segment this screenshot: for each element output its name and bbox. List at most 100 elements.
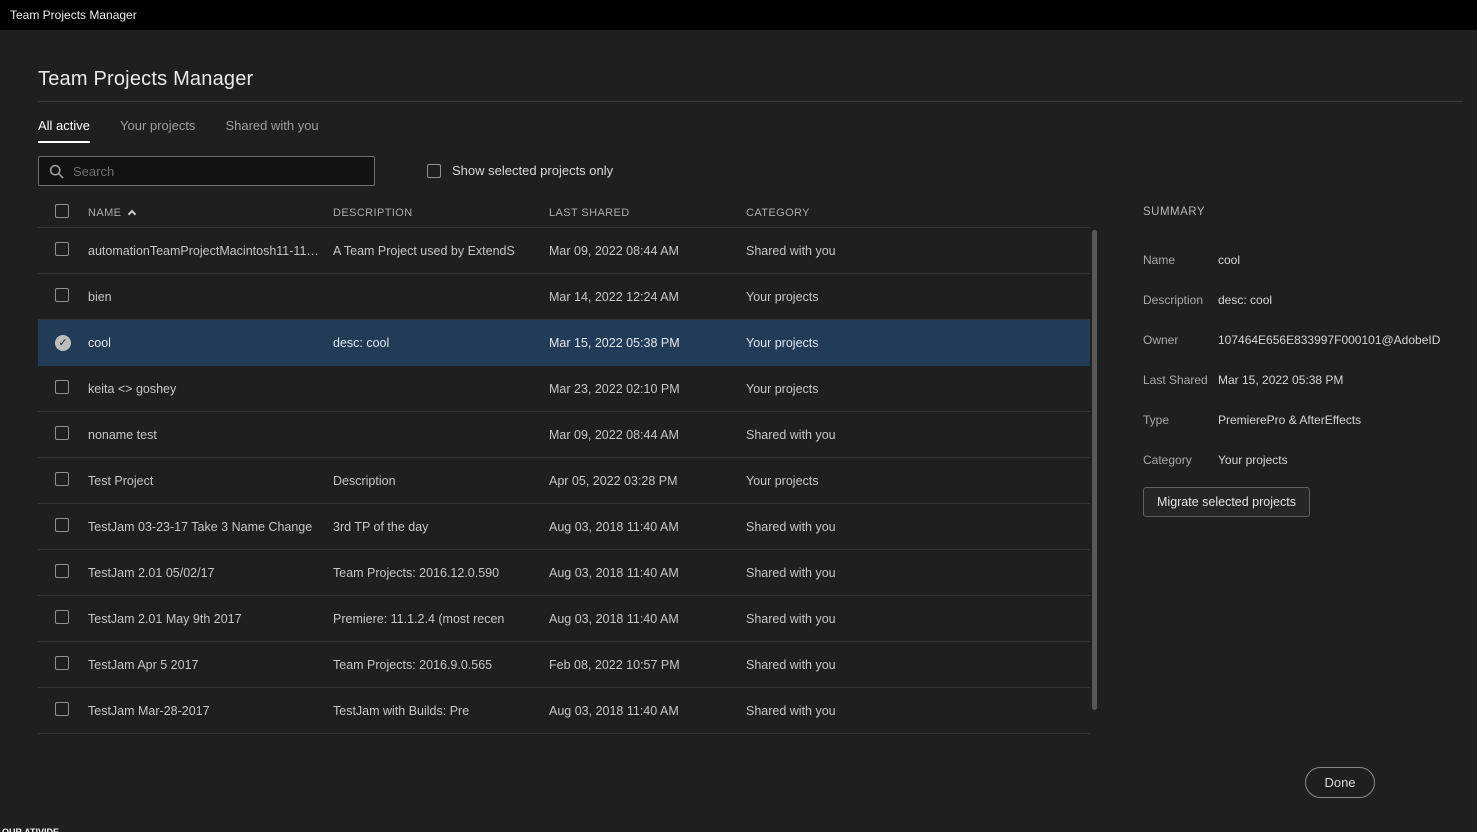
show-selected-checkbox[interactable] bbox=[427, 164, 441, 178]
column-header-description[interactable]: DESCRIPTION bbox=[333, 207, 549, 219]
tab-all-active[interactable]: All active bbox=[38, 118, 90, 143]
column-header-category[interactable]: CATEGORY bbox=[746, 207, 1090, 219]
row-name: Test Project bbox=[88, 474, 333, 488]
table-row[interactable]: Test ProjectDescriptionApr 05, 2022 03:2… bbox=[38, 458, 1090, 504]
row-checkbox[interactable] bbox=[55, 242, 69, 256]
search-input[interactable] bbox=[73, 164, 364, 179]
window-titlebar: Team Projects Manager bbox=[0, 0, 1477, 30]
table-row[interactable]: TestJam 03-23-17 Take 3 Name Change3rd T… bbox=[38, 504, 1090, 550]
row-last-shared: Aug 03, 2018 11:40 AM bbox=[549, 566, 746, 580]
row-checkbox-cell bbox=[38, 518, 88, 535]
row-last-shared: Feb 08, 2022 10:57 PM bbox=[549, 658, 746, 672]
row-checkbox[interactable] bbox=[55, 610, 69, 624]
search-icon bbox=[49, 164, 64, 179]
row-checkbox[interactable] bbox=[55, 702, 69, 716]
row-last-shared: Mar 14, 2022 12:24 AM bbox=[549, 290, 746, 304]
table-header: NAME DESCRIPTION LAST SHARED CATEGORY bbox=[38, 198, 1090, 228]
row-name: automationTeamProjectMacintosh11-11-201.… bbox=[88, 244, 333, 258]
row-checkbox[interactable] bbox=[55, 564, 69, 578]
summary-field-label: Owner bbox=[1143, 333, 1218, 347]
row-description: A Team Project used by ExtendS bbox=[333, 244, 549, 258]
clipped-bottom-text: OUR ATIVIDE bbox=[2, 827, 59, 832]
row-checkbox-cell bbox=[38, 242, 88, 259]
summary-field-label: Description bbox=[1143, 293, 1218, 307]
row-name: cool bbox=[88, 336, 333, 350]
summary-field-last-shared: Last SharedMar 15, 2022 05:38 PM bbox=[1143, 360, 1443, 400]
select-all-checkbox[interactable] bbox=[55, 204, 69, 218]
row-category: Your projects bbox=[746, 382, 1090, 396]
summary-field-description: Descriptiondesc: cool bbox=[1143, 280, 1443, 320]
table-row[interactable]: TestJam Apr 5 2017Team Projects: 2016.9.… bbox=[38, 642, 1090, 688]
summary-field-label: Last Shared bbox=[1143, 373, 1218, 387]
column-header-name[interactable]: NAME bbox=[88, 207, 333, 219]
row-category: Shared with you bbox=[746, 244, 1090, 258]
tab-shared-with-you[interactable]: Shared with you bbox=[225, 118, 318, 143]
row-name: bien bbox=[88, 290, 333, 304]
done-button[interactable]: Done bbox=[1305, 767, 1375, 798]
row-category: Shared with you bbox=[746, 612, 1090, 626]
summary-field-value: Your projects bbox=[1218, 453, 1443, 467]
row-checkbox-cell bbox=[38, 380, 88, 397]
row-description: Team Projects: 2016.12.0.590 bbox=[333, 566, 549, 580]
page-title: Team Projects Manager bbox=[38, 68, 253, 91]
project-table-body: automationTeamProjectMacintosh11-11-201.… bbox=[38, 228, 1090, 734]
row-last-shared: Aug 03, 2018 11:40 AM bbox=[549, 520, 746, 534]
row-checkbox-cell bbox=[38, 288, 88, 305]
row-checkbox[interactable] bbox=[55, 380, 69, 394]
table-row[interactable]: TestJam 2.01 May 9th 2017Premiere: 11.1.… bbox=[38, 596, 1090, 642]
row-checkbox[interactable] bbox=[55, 472, 69, 486]
show-selected-filter[interactable]: Show selected projects only bbox=[427, 163, 613, 178]
row-category: Shared with you bbox=[746, 520, 1090, 534]
row-selected-check-icon[interactable]: ✓ bbox=[55, 335, 71, 351]
row-checkbox[interactable] bbox=[55, 288, 69, 302]
summary-field-label: Name bbox=[1143, 253, 1218, 267]
table-row[interactable]: ✓cooldesc: coolMar 15, 2022 05:38 PMYour… bbox=[38, 320, 1090, 366]
row-name: TestJam 2.01 May 9th 2017 bbox=[88, 612, 333, 626]
table-row[interactable]: noname testMar 09, 2022 08:44 AMShared w… bbox=[38, 412, 1090, 458]
summary-panel: NamecoolDescriptiondesc: coolOwner107464… bbox=[1143, 240, 1443, 480]
table-row[interactable]: TestJam 2.01 05/02/17Team Projects: 2016… bbox=[38, 550, 1090, 596]
table-row[interactable]: TestJam Mar-28-2017TestJam with Builds: … bbox=[38, 688, 1090, 734]
select-all-cell bbox=[38, 204, 88, 221]
column-header-description-label: DESCRIPTION bbox=[333, 207, 413, 219]
tab-your-projects[interactable]: Your projects bbox=[120, 118, 195, 143]
column-header-last-shared-label: LAST SHARED bbox=[549, 207, 630, 219]
summary-field-value: PremierePro & AfterEffects bbox=[1218, 413, 1443, 427]
row-name: noname test bbox=[88, 428, 333, 442]
table-row[interactable]: bienMar 14, 2022 12:24 AMYour projects bbox=[38, 274, 1090, 320]
row-description: desc: cool bbox=[333, 336, 549, 350]
migrate-selected-projects-button[interactable]: Migrate selected projects bbox=[1143, 487, 1310, 517]
row-name: TestJam Mar-28-2017 bbox=[88, 704, 333, 718]
window-title: Team Projects Manager bbox=[10, 0, 137, 30]
row-checkbox-cell bbox=[38, 702, 88, 719]
row-category: Shared with you bbox=[746, 658, 1090, 672]
row-name: keita <> goshey bbox=[88, 382, 333, 396]
summary-field-label: Category bbox=[1143, 453, 1218, 467]
search-box bbox=[38, 156, 375, 186]
row-category: Shared with you bbox=[746, 566, 1090, 580]
row-description: 3rd TP of the day bbox=[333, 520, 549, 534]
row-last-shared: Apr 05, 2022 03:28 PM bbox=[549, 474, 746, 488]
row-checkbox[interactable] bbox=[55, 518, 69, 532]
show-selected-label: Show selected projects only bbox=[452, 163, 613, 178]
table-row[interactable]: keita <> gosheyMar 23, 2022 02:10 PMYour… bbox=[38, 366, 1090, 412]
row-category: Shared with you bbox=[746, 704, 1090, 718]
row-checkbox-cell bbox=[38, 426, 88, 443]
row-last-shared: Mar 09, 2022 08:44 AM bbox=[549, 428, 746, 442]
summary-field-type: TypePremierePro & AfterEffects bbox=[1143, 400, 1443, 440]
column-header-last-shared[interactable]: LAST SHARED bbox=[549, 207, 746, 219]
sort-ascending-icon bbox=[128, 210, 136, 218]
row-checkbox-cell bbox=[38, 564, 88, 581]
column-header-name-label: NAME bbox=[88, 207, 121, 219]
team-projects-manager-window: Team Projects Manager Team Projects Mana… bbox=[0, 0, 1477, 832]
summary-field-label: Type bbox=[1143, 413, 1218, 427]
row-checkbox[interactable] bbox=[55, 656, 69, 670]
row-name: TestJam 03-23-17 Take 3 Name Change bbox=[88, 520, 333, 534]
row-description: Description bbox=[333, 474, 549, 488]
table-row[interactable]: automationTeamProjectMacintosh11-11-201.… bbox=[38, 228, 1090, 274]
table-scrollbar[interactable] bbox=[1092, 230, 1097, 710]
row-last-shared: Aug 03, 2018 11:40 AM bbox=[549, 704, 746, 718]
row-checkbox[interactable] bbox=[55, 426, 69, 440]
row-last-shared: Mar 15, 2022 05:38 PM bbox=[549, 336, 746, 350]
row-checkbox-cell bbox=[38, 656, 88, 673]
